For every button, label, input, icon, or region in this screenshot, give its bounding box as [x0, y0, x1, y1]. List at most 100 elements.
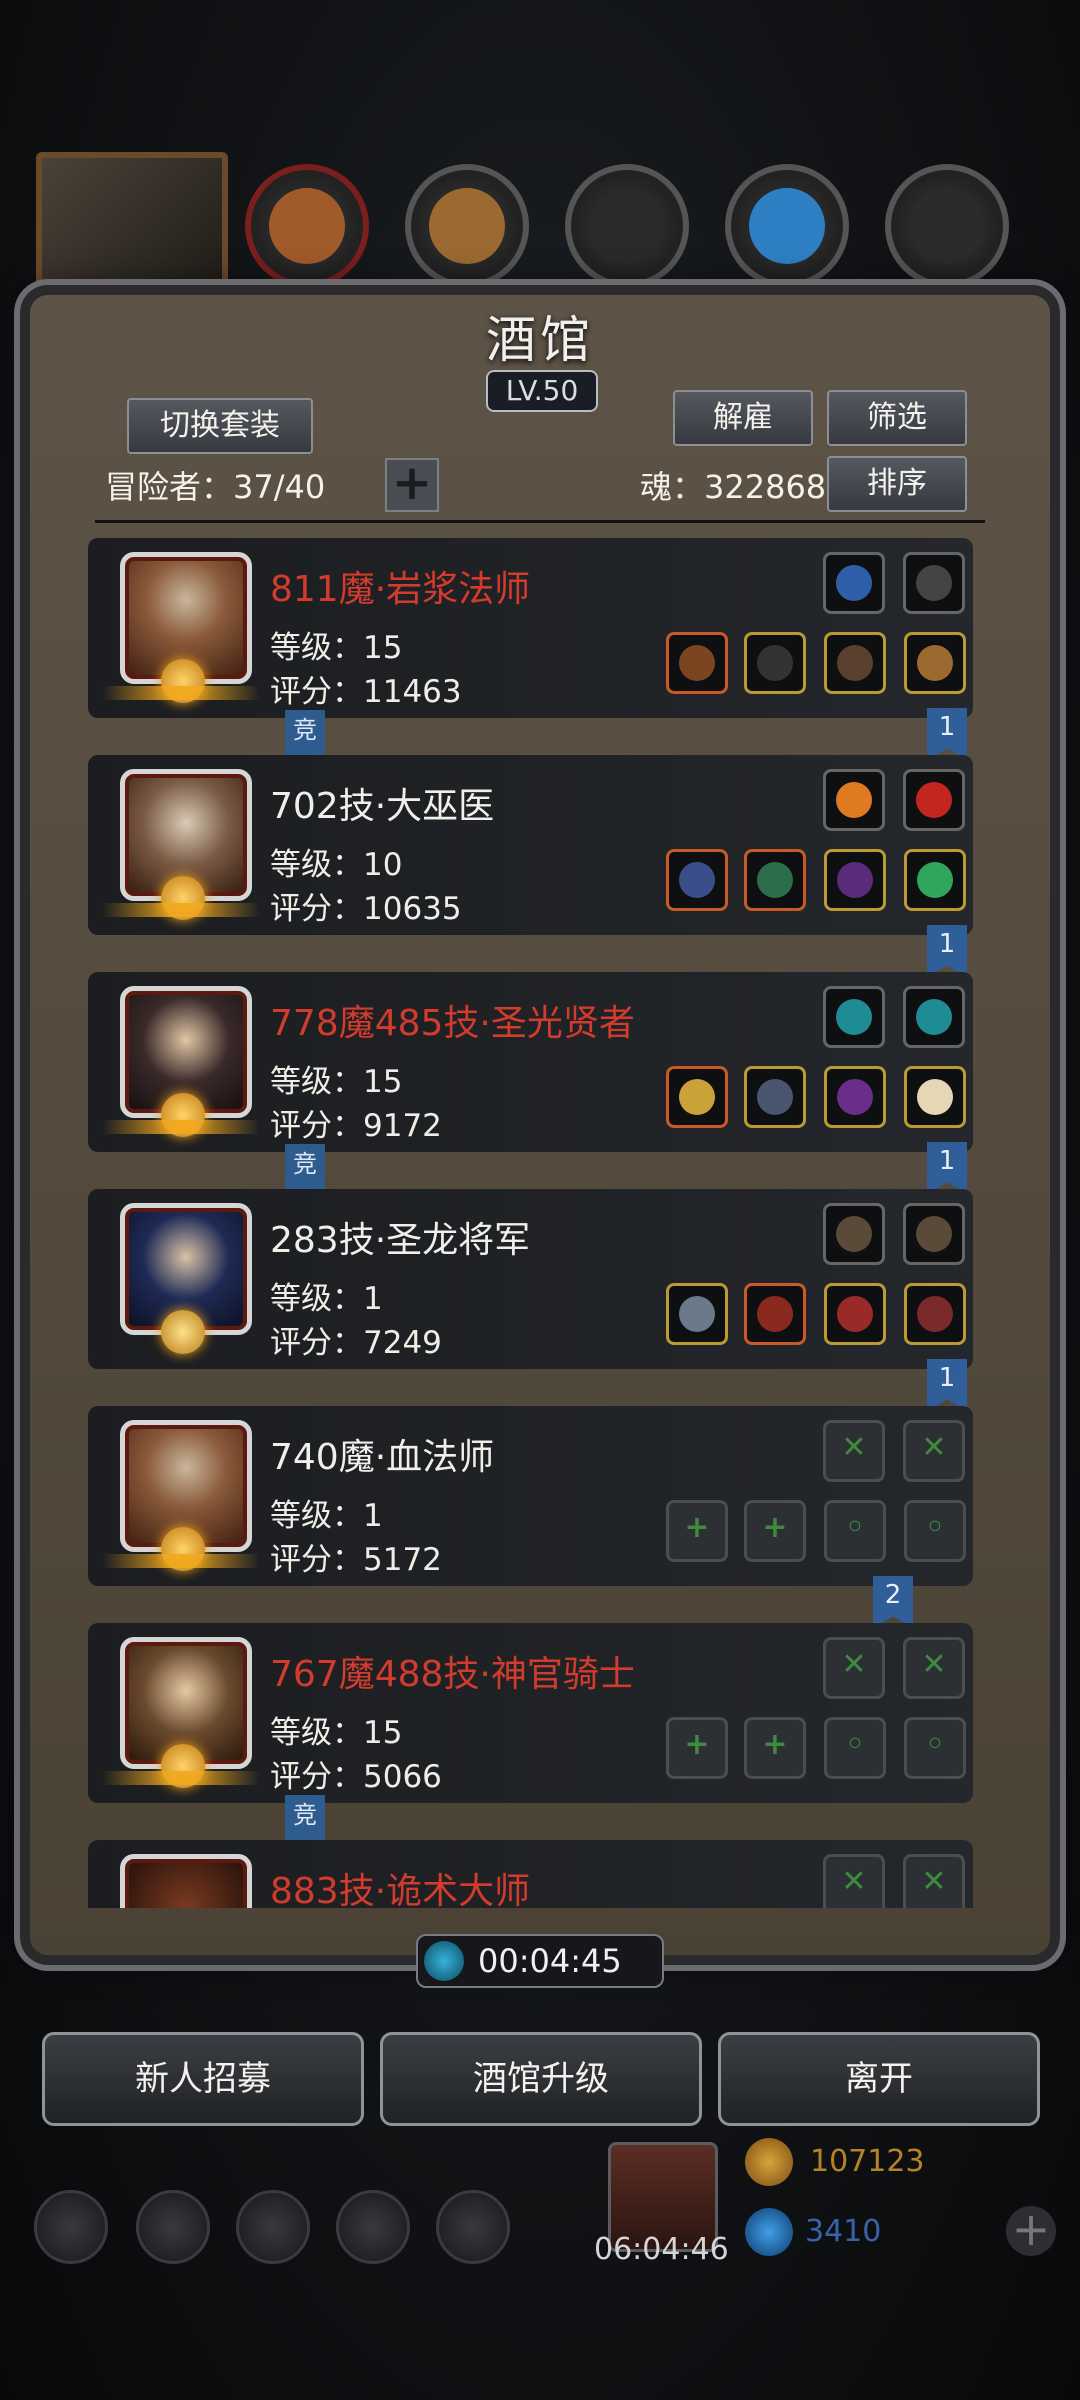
adventurer-name: 778魔485技·圣光贤者 — [270, 1003, 635, 1044]
gloves-slot-icon[interactable] — [903, 1203, 965, 1265]
sword-slot-icon[interactable] — [666, 1283, 728, 1345]
wing-decoration — [102, 903, 260, 917]
tavern-level-badge: LV.50 — [486, 370, 598, 412]
adventurer-score: 评分：10635 — [270, 891, 462, 927]
empty-slot-icon[interactable]: ✕ — [823, 1854, 885, 1908]
list-item[interactable]: 811魔·岩浆法师 等级：15 评分：11463 — [88, 538, 973, 718]
achievement-icon[interactable] — [136, 2190, 210, 2264]
empty-slot-icon[interactable]: ✕ — [823, 1637, 885, 1699]
empty-armor-slot-icon[interactable]: + — [744, 1500, 806, 1562]
timer-text: 00:04:45 — [478, 1942, 622, 1980]
avatar — [120, 552, 252, 703]
list-item[interactable]: 767魔488技·神官骑士 等级：15 评分：5066 ✕ ✕ + + ◦ ◦ — [88, 1623, 973, 1803]
rank-ribbon: 1 — [927, 1142, 967, 1194]
empty-accessory-slot-icon[interactable]: ◦ — [904, 1717, 966, 1779]
amulet-slot-icon[interactable] — [824, 1283, 886, 1345]
adventurer-list[interactable]: 811魔·岩浆法师 等级：15 评分：11463 竞 1 702技·大巫医 等级… — [0, 528, 1080, 1908]
avatar — [120, 986, 252, 1137]
avatar — [120, 1420, 252, 1571]
wand-slot-icon[interactable] — [824, 849, 886, 911]
recruit-button[interactable]: 新人招募 — [42, 2032, 364, 2126]
rank-ribbon: 1 — [927, 925, 967, 977]
list-item[interactable]: 883技·诡术大师 ✕ ✕ — [88, 1840, 973, 1908]
weapon-slot-icon[interactable] — [666, 632, 728, 694]
upgrade-tavern-button[interactable]: 酒馆升级 — [380, 2032, 702, 2126]
avatar — [120, 1854, 252, 1908]
add-currency-button[interactable]: + — [1006, 2206, 1056, 2256]
category-misc-icon[interactable] — [885, 164, 1009, 288]
wing-decoration — [102, 1120, 260, 1134]
empty-slot-icon[interactable]: ✕ — [903, 1420, 965, 1482]
armor-slot-icon[interactable] — [744, 849, 806, 911]
accessory-slot-icon[interactable] — [823, 552, 885, 614]
hammer-slot-icon[interactable] — [666, 1066, 728, 1128]
staff-slot-icon[interactable] — [666, 849, 728, 911]
category-crystal-icon[interactable] — [725, 164, 849, 288]
wing-decoration — [102, 1771, 260, 1785]
sort-button[interactable]: 排序 — [827, 456, 967, 512]
leave-button[interactable]: 离开 — [718, 2032, 1040, 2126]
wing-decoration — [102, 1554, 260, 1568]
gem-amount: 3410 — [805, 2214, 882, 2249]
dismiss-button[interactable]: 解雇 — [673, 390, 813, 446]
list-item[interactable]: 778魔485技·圣光贤者 等级：15 评分：9172 — [88, 972, 973, 1152]
pearl-slot-icon[interactable] — [904, 1066, 966, 1128]
eye-slot-icon[interactable] — [824, 1066, 886, 1128]
cloak-slot-icon[interactable] — [824, 632, 886, 694]
lotus-slot-icon[interactable] — [823, 769, 885, 831]
red-gem-slot-icon[interactable] — [903, 769, 965, 831]
empty-slot-icon[interactable]: ✕ — [903, 1854, 965, 1908]
empty-weapon-slot-icon[interactable]: + — [666, 1500, 728, 1562]
teal-gem-slot-icon[interactable] — [903, 986, 965, 1048]
soul-count: 魂：322868 — [640, 468, 827, 506]
category-weapon-icon[interactable] — [405, 164, 529, 288]
adventurer-level: 等级：15 — [270, 1715, 403, 1751]
add-slot-button[interactable]: + — [385, 458, 439, 512]
refresh-timer: 00:04:45 — [416, 1934, 664, 1988]
adventurer-name: 702技·大巫医 — [270, 786, 495, 827]
green-gem-slot-icon[interactable] — [904, 849, 966, 911]
gem-icon — [745, 2208, 793, 2256]
mail-icon[interactable] — [336, 2190, 410, 2264]
rank-ribbon: 1 — [927, 708, 967, 760]
hero-portrait[interactable] — [36, 152, 228, 314]
list-item[interactable]: 702技·大巫医 等级：10 评分：10635 — [88, 755, 973, 935]
empty-slot-icon[interactable]: ✕ — [823, 1420, 885, 1482]
armor-slot-icon[interactable] — [744, 632, 806, 694]
empty-slot-icon[interactable]: ✕ — [903, 1637, 965, 1699]
avatar — [120, 1637, 252, 1788]
arena-tag: 竞 — [285, 1144, 325, 1190]
category-material-icon[interactable] — [565, 164, 689, 288]
divider — [95, 520, 985, 523]
ring-slot-icon[interactable] — [904, 1283, 966, 1345]
category-bar — [0, 152, 1080, 314]
arena-tag: 竞 — [285, 710, 325, 756]
bag-icon[interactable] — [436, 2190, 510, 2264]
ring-slot-icon[interactable] — [904, 632, 966, 694]
filter-button[interactable]: 筛选 — [827, 390, 967, 446]
rank-ribbon: 1 — [927, 1359, 967, 1411]
adventurer-count: 冒险者：37/40 — [105, 468, 326, 506]
armor-slot-icon[interactable] — [744, 1066, 806, 1128]
empty-accessory-slot-icon[interactable]: ◦ — [824, 1717, 886, 1779]
guild-icon[interactable] — [236, 2190, 310, 2264]
adventurer-name: 283技·圣龙将军 — [270, 1220, 531, 1261]
arena-tag: 竞 — [285, 1795, 325, 1841]
list-item[interactable]: 283技·圣龙将军 等级：1 评分：7249 — [88, 1189, 973, 1369]
empty-armor-slot-icon[interactable]: + — [744, 1717, 806, 1779]
armor-slot-icon[interactable] — [744, 1283, 806, 1345]
adventurer-level: 等级：15 — [270, 1064, 403, 1100]
adventurer-score: 评分：11463 — [270, 674, 462, 710]
empty-weapon-slot-icon[interactable]: + — [666, 1717, 728, 1779]
page-title: 酒馆 — [486, 311, 594, 369]
teal-gem-slot-icon[interactable] — [823, 986, 885, 1048]
switch-outfit-button[interactable]: 切换套装 — [127, 398, 313, 454]
empty-accessory-slot-icon[interactable]: ◦ — [904, 1500, 966, 1562]
feather-slot-icon[interactable] — [903, 552, 965, 614]
adventurer-score: 评分：9172 — [270, 1108, 442, 1144]
settings-icon[interactable] — [34, 2190, 108, 2264]
empty-accessory-slot-icon[interactable]: ◦ — [824, 1500, 886, 1562]
list-item[interactable]: 740魔·血法师 等级：1 评分：5172 ✕ ✕ + + ◦ ◦ — [88, 1406, 973, 1586]
gloves-slot-icon[interactable] — [823, 1203, 885, 1265]
category-armor-icon[interactable] — [245, 164, 369, 288]
